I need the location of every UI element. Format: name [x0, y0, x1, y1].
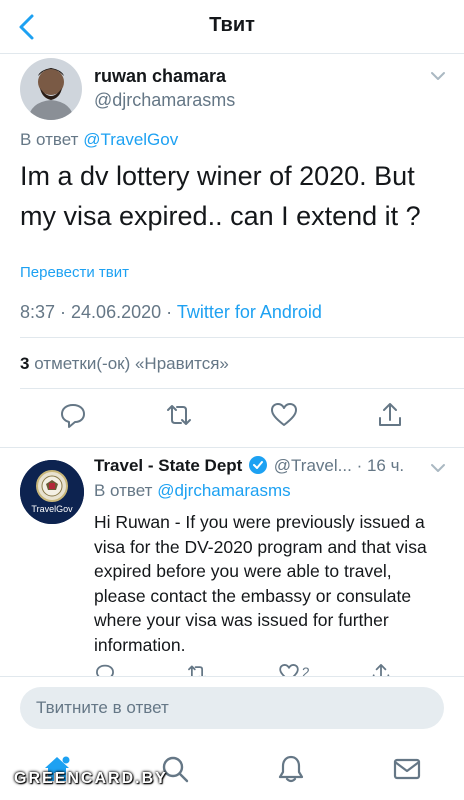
tweet-actions — [0, 400, 464, 432]
timestamp: 8:37 · 24.06.2020 · — [20, 302, 173, 322]
page-title: Твит — [209, 14, 255, 36]
reply-icon[interactable] — [58, 400, 88, 430]
likes-count: 3 — [20, 354, 30, 373]
translate-link[interactable]: Перевести твит — [20, 264, 129, 281]
tweet-text: Im a dv lottery winer of 2020. But my vi… — [20, 161, 421, 231]
reply-to-line: В ответ @djrchamarasms — [94, 481, 291, 501]
avatar[interactable] — [20, 58, 82, 120]
avatar[interactable]: TravelGov — [20, 460, 84, 524]
reply-time: · 16 ч. — [356, 456, 405, 475]
likes-label: отметки(-ок) «Нравится» — [34, 354, 229, 373]
retweet-icon[interactable] — [164, 400, 194, 430]
like-icon[interactable] — [269, 400, 299, 430]
share-icon[interactable] — [375, 400, 405, 430]
author-name[interactable]: ruwan chamara — [94, 66, 226, 87]
tweet-meta: 8:37 · 24.06.2020 · Twitter for Android — [20, 302, 322, 323]
reply-input[interactable] — [20, 687, 444, 729]
reply-header: Travel - State Dept @Travel... · 16 ч. — [94, 456, 404, 476]
watermark-text: GREENCARD.BY — [14, 770, 168, 787]
source-link[interactable]: Twitter for Android — [177, 302, 322, 322]
reply-prefix: В ответ — [20, 130, 79, 149]
divider — [20, 388, 464, 389]
reply-prefix: В ответ — [94, 481, 153, 500]
likes-summary[interactable]: 3 отметки(-ок) «Нравится» — [20, 354, 229, 374]
reply-author-handle[interactable]: @Travel... — [274, 456, 352, 475]
top-navbar: Твит — [0, 0, 464, 54]
reply-composer — [0, 676, 464, 740]
chevron-down-icon[interactable] — [430, 462, 446, 474]
state-dept-seal-icon: TravelGov — [20, 460, 84, 524]
messages-icon[interactable] — [392, 754, 422, 784]
divider — [20, 337, 464, 338]
reply-author-name[interactable]: Travel - State Dept — [94, 456, 242, 475]
reply-to-line: В ответ @TravelGov — [20, 130, 178, 150]
avatar-caption: TravelGov — [31, 504, 73, 514]
chevron-down-icon[interactable] — [430, 70, 446, 82]
notifications-icon[interactable] — [276, 754, 306, 784]
reply-text: Hi Ruwan - If you were previously issued… — [94, 512, 427, 655]
author-handle[interactable]: @djrchamarasms — [94, 90, 235, 111]
verified-badge-icon — [249, 456, 268, 474]
reply-to-link[interactable]: @djrchamarasms — [157, 481, 290, 500]
reply-to-link[interactable]: @TravelGov — [83, 130, 178, 149]
author-photo — [20, 58, 82, 120]
reply-tweet[interactable]: TravelGov Travel - State Dept @Travel...… — [0, 447, 464, 687]
